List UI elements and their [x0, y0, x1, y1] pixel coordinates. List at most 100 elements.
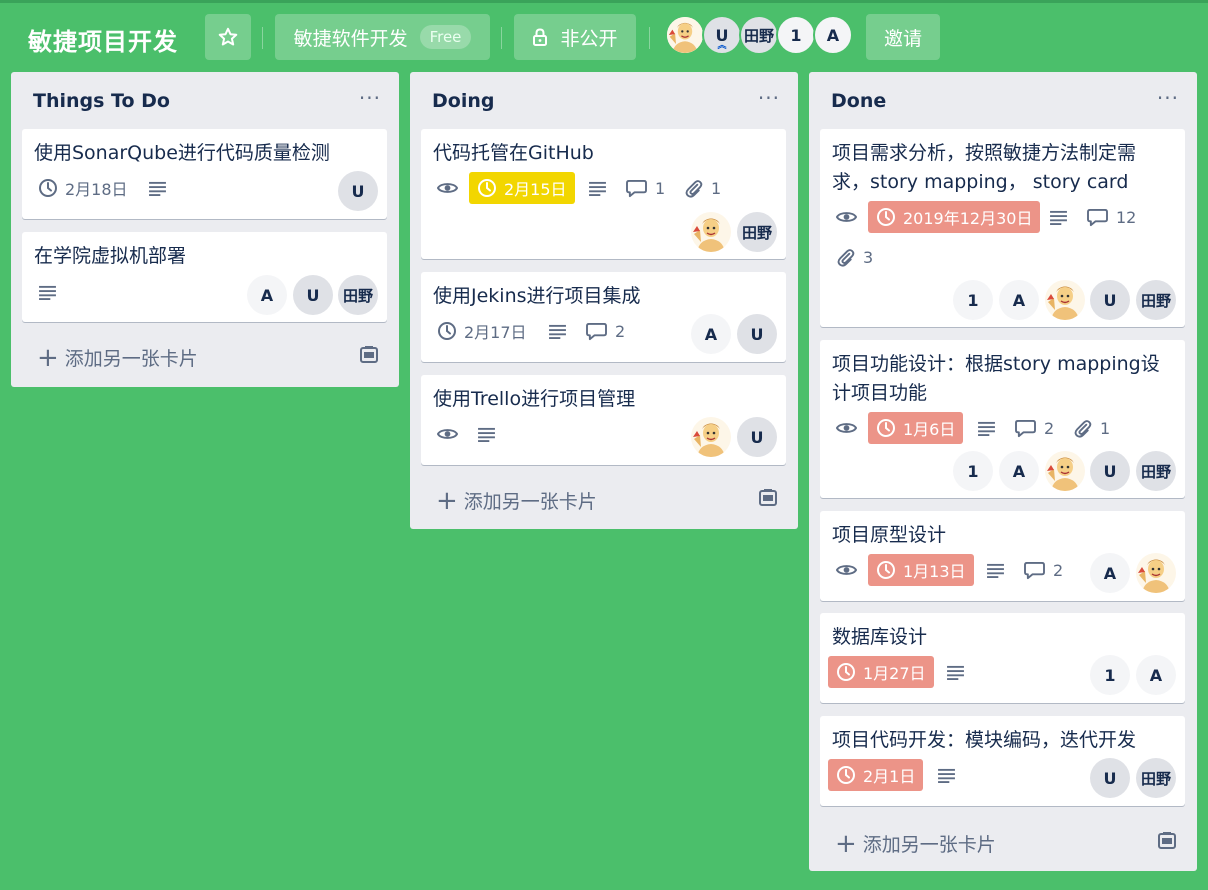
comments-badge: 1: [626, 172, 665, 204]
due-date-badge[interactable]: 2月17日: [437, 315, 527, 347]
add-card-button[interactable]: + 添加另一张卡片: [436, 487, 597, 514]
comments-badge: 2: [1024, 554, 1063, 586]
card[interactable]: 使用SonarQube进行代码质量检测 2月18日 U: [22, 129, 387, 219]
list-header: Doing ···: [410, 72, 798, 130]
card-member-a[interactable]: A: [999, 280, 1039, 320]
card-template-icon[interactable]: [1157, 831, 1177, 851]
card-member-photo[interactable]: [1045, 451, 1085, 491]
list-title[interactable]: Things To Do: [33, 90, 170, 112]
card-member-u[interactable]: U: [1090, 451, 1130, 491]
card[interactable]: 使用Jekins进行项目集成 2月17日 2 A U: [421, 272, 786, 362]
card-member-u[interactable]: U: [338, 171, 378, 211]
card-title: 数据库设计: [832, 626, 928, 648]
invite-button[interactable]: 邀请: [866, 14, 940, 60]
due-date-badge[interactable]: 2月18日: [38, 172, 128, 204]
list-menu-icon[interactable]: ···: [758, 86, 780, 110]
star-button[interactable]: [205, 14, 251, 60]
card[interactable]: 在学院虚拟机部署 A U 田野: [22, 232, 387, 322]
plan-badge: Free: [419, 25, 472, 49]
list-menu-icon[interactable]: ···: [359, 86, 381, 110]
due-date-badge[interactable]: 2月15日: [469, 172, 575, 204]
card-member-u[interactable]: U: [1090, 280, 1130, 320]
card-member-u[interactable]: U: [737, 314, 777, 354]
due-date-badge[interactable]: 2019年12月30日: [868, 201, 1041, 233]
card-template-icon[interactable]: [359, 345, 379, 365]
card-title: 代码托管在GitHub: [433, 142, 594, 164]
description-icon: [937, 768, 956, 783]
card-member-tianye[interactable]: 田野: [338, 275, 378, 315]
card-member-photo[interactable]: [691, 417, 731, 457]
member-avatar-u[interactable]: U ︽: [702, 15, 742, 55]
member-avatar-tianye[interactable]: 田野: [739, 15, 779, 55]
card-template-icon[interactable]: [758, 488, 778, 508]
description-icon: [1049, 210, 1068, 225]
card-member-a[interactable]: A: [999, 451, 1039, 491]
card[interactable]: 项目原型设计 1月13日 2 A: [820, 511, 1185, 601]
description-badge: [1049, 201, 1068, 233]
card-member-1[interactable]: 1: [953, 280, 993, 320]
team-button[interactable]: 敏捷软件开发 Free: [275, 14, 490, 60]
member-avatar-photo[interactable]: [665, 15, 705, 55]
due-date-badge[interactable]: 1月27日: [828, 656, 934, 688]
card-member-u[interactable]: U: [737, 417, 777, 457]
clock-icon: [836, 765, 856, 785]
card-member-photo[interactable]: [691, 212, 731, 252]
card-member-tianye[interactable]: 田野: [1136, 451, 1176, 491]
board-title[interactable]: 敏捷项目开发: [28, 22, 178, 57]
card-member-1[interactable]: 1: [1090, 655, 1130, 695]
add-card-button[interactable]: + 添加另一张卡片: [37, 344, 198, 371]
card-member-u[interactable]: U: [1090, 758, 1130, 798]
description-icon: [977, 421, 996, 436]
card[interactable]: 项目功能设计：根据story mapping设 计项目功能 1月6日 2 1 1…: [820, 340, 1185, 498]
due-date-badge[interactable]: 1月13日: [868, 554, 974, 586]
card-member-1[interactable]: 1: [953, 451, 993, 491]
comment-icon: [1087, 208, 1108, 227]
cartoon-avatar-icon: [1136, 553, 1176, 593]
card-title: 项目原型设计: [832, 524, 947, 546]
plus-icon: +: [436, 485, 458, 516]
card-member-u[interactable]: U: [293, 275, 333, 315]
card[interactable]: 项目代码开发：模块编码，迭代开发 2月1日 U 田野: [820, 716, 1185, 806]
clock-icon: [876, 418, 896, 438]
card[interactable]: 代码托管在GitHub 2月15日 1 1 田野: [421, 129, 786, 259]
card[interactable]: 数据库设计 1月27日 1 A: [820, 613, 1185, 703]
card-member-tianye[interactable]: 田野: [1136, 280, 1176, 320]
comment-icon: [626, 179, 647, 198]
attachments-badge: 1: [684, 172, 721, 204]
card-title: 使用SonarQube进行代码质量检测: [34, 142, 330, 164]
visibility-button[interactable]: 非公开: [514, 14, 636, 60]
eye-icon: [836, 420, 857, 436]
cartoon-avatar-icon: [691, 417, 731, 457]
card-member-a[interactable]: A: [247, 275, 287, 315]
card-member-a[interactable]: A: [691, 314, 731, 354]
header-divider: [262, 27, 263, 49]
member-avatar-1[interactable]: 1: [776, 15, 816, 55]
card-member-a[interactable]: A: [1090, 553, 1130, 593]
comment-icon: [1015, 419, 1036, 438]
card-member-tianye[interactable]: 田野: [1136, 758, 1176, 798]
member-avatar-a[interactable]: A: [813, 15, 853, 55]
cartoon-avatar-icon: [667, 16, 703, 54]
team-name: 敏捷软件开发: [293, 27, 408, 50]
due-date-badge[interactable]: 2月1日: [828, 759, 924, 791]
card-member-photo[interactable]: [1136, 553, 1176, 593]
card-member-tianye[interactable]: 田野: [737, 212, 777, 252]
watching-badge: [437, 418, 458, 450]
due-date-badge[interactable]: 1月6日: [868, 412, 964, 444]
admin-chevron-icon: ︽: [717, 41, 727, 51]
eye-icon: [836, 209, 857, 225]
list-title[interactable]: Done: [831, 90, 886, 112]
card[interactable]: 项目需求分析，按照敏捷方法制定需 求，story mapping， story …: [820, 129, 1185, 327]
description-icon: [148, 181, 167, 196]
add-card-button[interactable]: + 添加另一张卡片: [835, 830, 996, 857]
card-member-a[interactable]: A: [1136, 655, 1176, 695]
card-member-photo[interactable]: [1045, 280, 1085, 320]
watching-badge: [836, 201, 857, 233]
list-title[interactable]: Doing: [432, 90, 494, 112]
plus-icon: +: [37, 342, 59, 373]
board-header: 敏捷项目开发 敏捷软件开发 Free 非公开 U ︽ 田野 1 A 邀请: [0, 14, 1208, 60]
card-title: 项目需求分析，按照敏捷方法制定需 求，story mapping， story …: [832, 142, 1137, 193]
description-badge: [548, 315, 567, 347]
card[interactable]: 使用Trello进行项目管理 U: [421, 375, 786, 465]
list-menu-icon[interactable]: ···: [1157, 86, 1179, 110]
